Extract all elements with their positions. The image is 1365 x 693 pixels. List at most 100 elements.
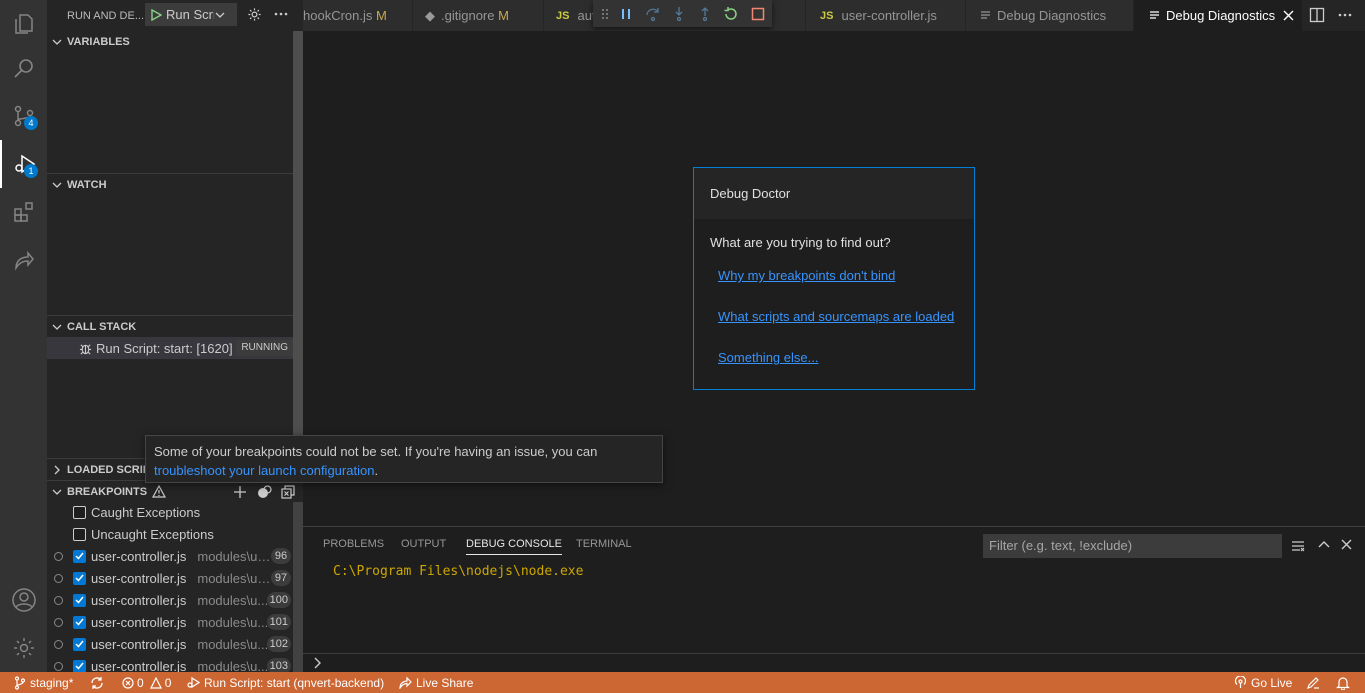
breakpoint-row[interactable]: user-controller.js modules\us... 96 <box>47 545 293 567</box>
tab-problems[interactable]: PROBLEMS <box>323 538 384 550</box>
scripts-sourcemaps-link[interactable]: What scripts and sourcemaps are loaded <box>718 309 974 350</box>
explorer-icon[interactable] <box>0 0 47 48</box>
add-breakpoint-icon[interactable] <box>233 485 247 499</box>
breakpoint-row[interactable]: user-controller.js modules\us... 97 <box>47 567 293 589</box>
more-actions-icon[interactable] <box>1337 7 1353 23</box>
live-share-status[interactable]: Live Share <box>399 672 473 693</box>
status-bar: staging* 0 0 Run Script: start (qnvert-b… <box>0 672 1365 693</box>
breakpoint-file: user-controller.js <box>91 548 187 564</box>
more-actions-icon[interactable] <box>273 6 289 22</box>
repl-input[interactable] <box>303 653 1365 673</box>
warning-icon[interactable] <box>152 485 167 498</box>
callstack-label: CALL STACK <box>67 320 137 333</box>
error-icon <box>122 676 134 689</box>
warning-count: 0 <box>164 675 172 690</box>
debug-toolbar <box>593 0 772 27</box>
source-control-icon[interactable]: 4 <box>0 92 47 140</box>
breakpoints-bind-link[interactable]: Why my breakpoints don't bind <box>718 268 974 309</box>
troubleshoot-launch-link[interactable]: troubleshoot your launch configuration <box>154 463 374 478</box>
restart-icon[interactable] <box>723 6 739 22</box>
breakpoint-row[interactable]: user-controller.js modules\u... 101 <box>47 611 293 633</box>
breakpoint-row[interactable]: user-controller.js modules\u... 102 <box>47 633 293 655</box>
watch-section-header[interactable]: WATCH <box>47 173 303 195</box>
search-icon[interactable] <box>0 44 47 92</box>
clear-console-icon[interactable] <box>1291 539 1305 553</box>
launch-config-select[interactable]: Run Script <box>145 3 237 26</box>
notifications-bell-icon[interactable] <box>1336 672 1350 693</box>
breakpoints-scrollbar[interactable] <box>293 502 303 672</box>
step-out-icon[interactable] <box>697 6 713 22</box>
gitignore-file-icon: ◆ <box>425 7 435 23</box>
breakpoint-checkbox[interactable] <box>73 637 86 651</box>
drag-handle-icon[interactable] <box>601 8 609 20</box>
maximize-panel-icon[interactable] <box>1317 538 1331 552</box>
breakpoint-checkbox[interactable] <box>73 659 86 672</box>
breakpoints-section-header[interactable]: BREAKPOINTS <box>47 480 303 502</box>
variables-section-header[interactable]: VARIABLES <box>47 31 303 53</box>
chevron-down-icon <box>47 322 67 332</box>
tab-hookcron[interactable]: hookCron.js M <box>303 0 413 31</box>
chevron-down-icon <box>47 487 67 497</box>
callstack-session-row[interactable]: Run Script: start: [1620] RUNNING <box>47 337 293 359</box>
breakpoint-warning-tooltip: Some of your breakpoints could not be se… <box>145 435 663 483</box>
tab-terminal[interactable]: TERMINAL <box>576 538 632 550</box>
callstack-section-header[interactable]: CALL STACK <box>47 315 303 337</box>
caught-exceptions-checkbox[interactable] <box>73 505 86 519</box>
breakpoint-path: modules\u... <box>197 636 269 652</box>
run-debug-icon[interactable]: 1 <box>0 140 47 188</box>
uncaught-exceptions-checkbox[interactable] <box>73 527 86 541</box>
console-filter-input[interactable]: Filter (e.g. text, !exclude) <box>983 534 1282 558</box>
session-status-badge: RUNNING <box>236 340 293 356</box>
breakpoint-path: modules\us... <box>197 570 274 586</box>
exception-row-caught[interactable]: Caught Exceptions <box>47 501 293 523</box>
pause-icon[interactable] <box>619 7 633 21</box>
open-launch-json-gear-icon[interactable] <box>247 7 262 22</box>
breakpoint-checkbox[interactable] <box>73 571 86 585</box>
tab-output[interactable]: OUTPUT <box>401 538 446 550</box>
breakpoint-checkbox[interactable] <box>73 615 86 629</box>
exception-label: Uncaught Exceptions <box>91 526 214 542</box>
extensions-icon[interactable] <box>0 188 47 236</box>
chevron-right-icon <box>47 465 67 475</box>
close-tab-icon[interactable] <box>1283 10 1294 21</box>
toggle-breakpoints-icon[interactable] <box>257 485 272 499</box>
exception-row-uncaught[interactable]: Uncaught Exceptions <box>47 523 293 545</box>
breakpoint-line-badge: 102 <box>266 636 291 652</box>
step-over-icon[interactable] <box>645 6 661 22</box>
sidebar-scrollbar[interactable] <box>293 31 303 458</box>
split-editor-icon[interactable] <box>1309 7 1325 23</box>
git-branch-icon <box>14 675 26 690</box>
sync-icon[interactable] <box>90 672 104 693</box>
tab-user-controller[interactable]: JS user-controller.js <box>806 0 966 31</box>
live-share-icon[interactable] <box>0 236 47 284</box>
launch-config-label: Run Script <box>166 7 214 22</box>
tab-debug-diagnostics[interactable]: Debug Diagnostics <box>966 0 1134 31</box>
close-panel-icon[interactable] <box>1340 538 1353 551</box>
branch-status[interactable]: staging* <box>14 672 73 693</box>
go-live-status[interactable]: Go Live <box>1234 672 1292 693</box>
account-icon[interactable] <box>0 576 47 624</box>
debug-doctor-question: What are you trying to find out? <box>710 235 891 250</box>
problems-status[interactable]: 0 0 <box>122 672 171 693</box>
breakpoint-checkbox[interactable] <box>73 549 86 563</box>
something-else-link[interactable]: Something else... <box>718 350 974 391</box>
chevron-right-icon <box>313 657 323 669</box>
go-live-label: Go Live <box>1251 675 1293 690</box>
debug-doctor-title: Debug Doctor <box>694 168 974 219</box>
tab-debug-diagnostics-active[interactable]: Debug Diagnostics <box>1134 0 1303 31</box>
tab-label: .gitignore <box>441 8 495 23</box>
breakpoint-line-badge: 96 <box>271 548 291 564</box>
remove-all-breakpoints-icon[interactable] <box>281 485 295 499</box>
launch-status[interactable]: Run Script: start (qnvert-backend) <box>187 672 384 693</box>
tab-debug-console[interactable]: DEBUG CONSOLE <box>466 538 562 555</box>
stop-icon[interactable] <box>751 7 765 21</box>
step-into-icon[interactable] <box>671 6 687 22</box>
settings-gear-icon[interactable] <box>0 624 47 672</box>
tab-gitignore[interactable]: ◆ .gitignore M <box>413 0 544 31</box>
start-debug-icon[interactable] <box>150 8 162 21</box>
breakpoint-row[interactable]: user-controller.js modules\u... 103 <box>47 655 293 672</box>
breakpoint-checkbox[interactable] <box>73 593 86 607</box>
breakpoint-row[interactable]: user-controller.js modules\u... 100 <box>47 589 293 611</box>
feedback-icon[interactable] <box>1306 672 1320 693</box>
tab-label: Debug Diagnostics <box>1166 8 1276 23</box>
